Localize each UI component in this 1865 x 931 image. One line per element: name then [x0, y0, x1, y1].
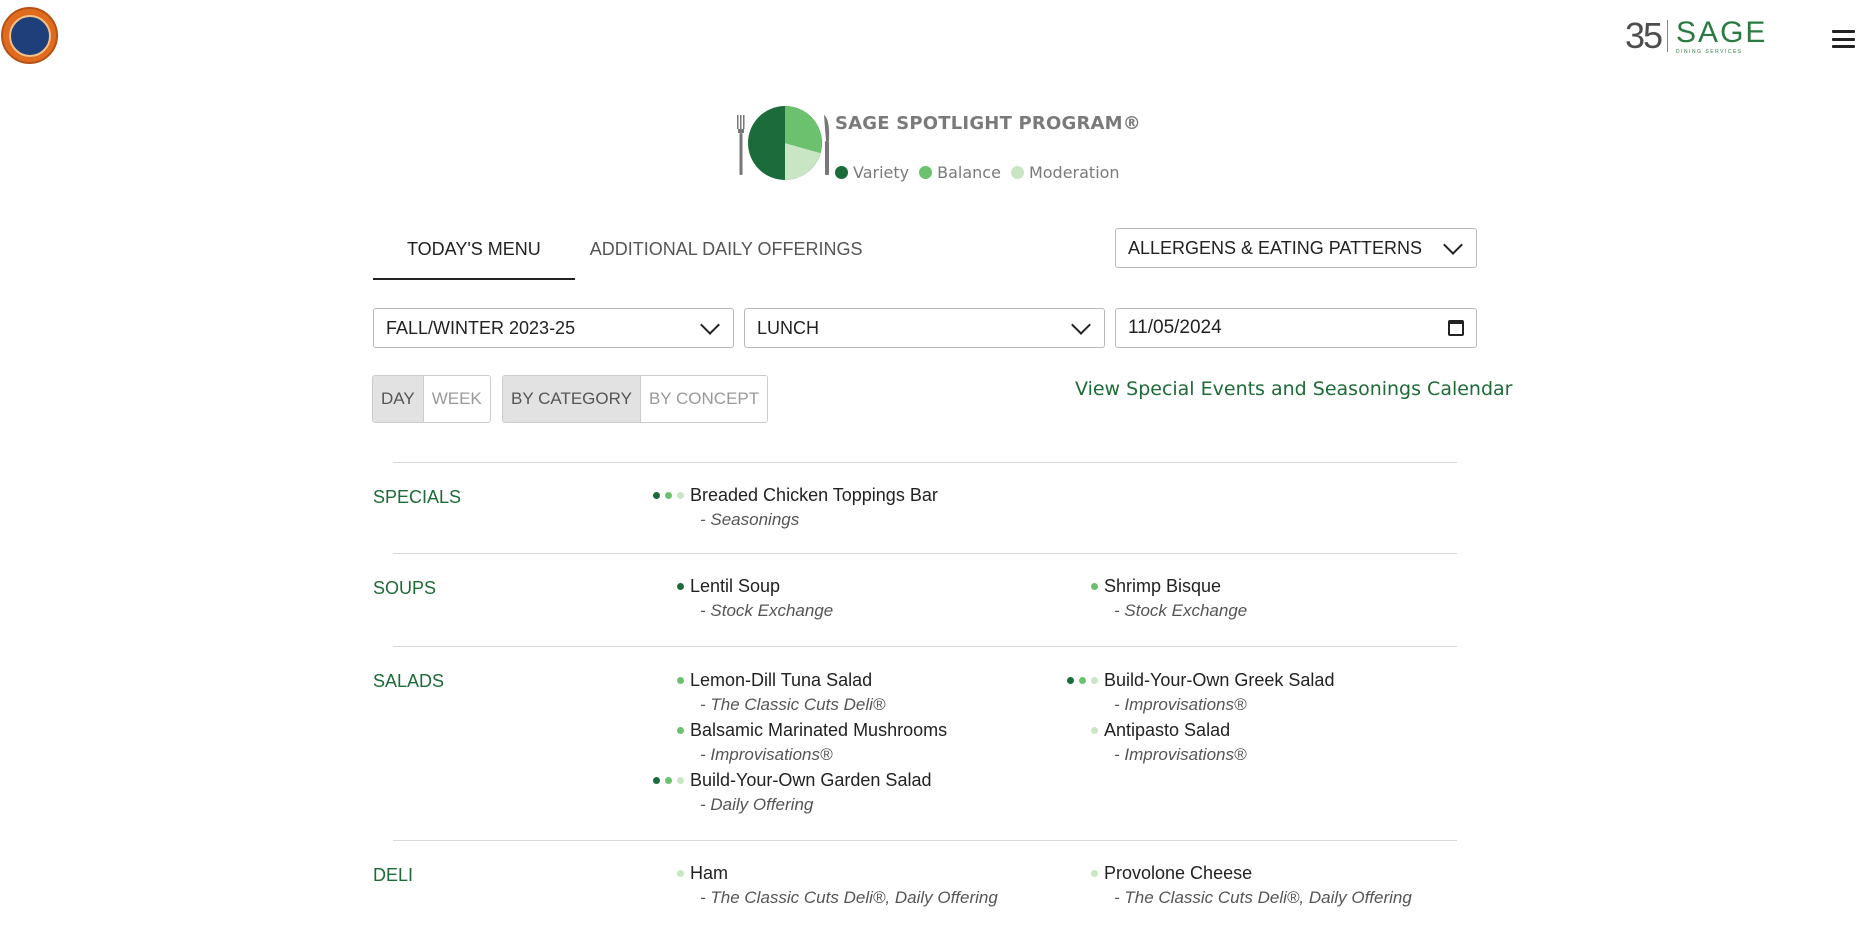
chevron-down-icon — [700, 314, 720, 335]
day-week-toggle: DAY WEEK — [372, 375, 491, 423]
balance-dot-icon — [919, 165, 933, 179]
menu-item-station: - The Classic Cuts Deli®, Daily Offering — [1114, 888, 1412, 907]
menu-item-station: - Daily Offering — [700, 795, 814, 814]
menu-section-specials: SPECIALS Breaded Chicken Toppings Bar - … — [373, 462, 1457, 553]
category-heading: SOUPS — [373, 578, 437, 598]
legend-label: Variety — [853, 162, 910, 182]
logo-word: SAGE — [1676, 15, 1768, 49]
spotlight-legend: Variety Balance Moderation — [835, 147, 1130, 197]
menu-item-station: - The Classic Cuts Deli® — [700, 695, 886, 714]
meal-select[interactable]: LUNCH — [744, 308, 1105, 348]
allergens-dropdown[interactable]: ALLERGENS & EATING PATTERNS — [1115, 228, 1477, 268]
category-concept-toggle: BY CATEGORY BY CONCEPT — [502, 375, 769, 423]
day-button[interactable]: DAY — [373, 376, 424, 422]
by-concept-button[interactable]: BY CONCEPT — [640, 376, 768, 422]
logo-divider — [1667, 20, 1669, 52]
menu-item-name[interactable]: Build-Your-Own Garden Salad — [690, 770, 931, 791]
variety-dot-icon — [835, 165, 848, 179]
fork-icon — [737, 115, 745, 175]
menu-item-name[interactable]: Breaded Chicken Toppings Bar — [690, 485, 938, 506]
calendar-icon[interactable] — [1448, 320, 1464, 336]
menu-item-name[interactable]: Lemon-Dill Tuna Salad — [690, 670, 872, 691]
spotlight-dots — [677, 727, 684, 734]
menu-item-station: - Improvisations® — [1114, 695, 1247, 714]
knife-icon — [824, 115, 830, 175]
legend-label: Moderation — [1028, 162, 1120, 182]
crest-inner — [8, 14, 51, 57]
school-crest-logo[interactable] — [1, 7, 58, 64]
hamburger-menu-icon[interactable] — [1832, 30, 1855, 48]
menu-item-name[interactable]: Lentil Soup — [690, 576, 780, 597]
week-button[interactable]: WEEK — [423, 376, 490, 422]
season-select[interactable]: FALL/WINTER 2023-25 — [373, 308, 734, 348]
category-heading: SPECIALS — [373, 487, 462, 507]
menu-item-station: - Seasonings — [700, 510, 800, 529]
season-value: FALL/WINTER 2023-25 — [386, 317, 576, 338]
menu-item-station: - Improvisations® — [1114, 745, 1247, 764]
menu-list: SPECIALS Breaded Chicken Toppings Bar - … — [373, 462, 1483, 931]
spotlight-dots — [653, 777, 684, 784]
special-events-calendar-link[interactable]: View Special Events and Seasonings Calen… — [1075, 378, 1513, 400]
by-category-button[interactable]: BY CATEGORY — [503, 376, 641, 422]
date-value: 11/05/2024 — [1128, 317, 1222, 338]
spotlight-dots — [1067, 677, 1098, 684]
spotlight-program-banner: SAGE SPOTLIGHT PROGRAM® Variety Balance … — [737, 103, 1141, 183]
menu-item-name[interactable]: Shrimp Bisque — [1104, 576, 1221, 597]
category-heading: DELI — [373, 865, 414, 885]
legend-moderation: Moderation — [1010, 147, 1120, 197]
date-picker[interactable]: 11/05/2024 — [1115, 308, 1477, 348]
spotlight-dots — [653, 492, 684, 499]
spotlight-dots — [677, 583, 684, 590]
spotlight-dots — [1091, 870, 1098, 877]
menu-section-soups: SOUPS Lentil Soup - Stock Exchange Shrim… — [373, 553, 1457, 646]
sage-35-logo[interactable]: 35 SAGE DINING SERVICES — [1625, 16, 1780, 56]
tab-todays-menu[interactable]: TODAY'S MENU — [373, 226, 575, 280]
spotlight-dots — [677, 677, 684, 684]
tab-additional-daily-offerings[interactable]: ADDITIONAL DAILY OFFERINGS — [575, 226, 897, 278]
logo-subtitle: DINING SERVICES — [1676, 48, 1743, 55]
menu-item-station: - Stock Exchange — [1114, 601, 1248, 620]
logo-years: 35 — [1625, 15, 1663, 56]
menu-item-station: - Improvisations® — [700, 745, 833, 764]
menu-item-name[interactable]: Build-Your-Own Greek Salad — [1104, 670, 1334, 691]
spotlight-pie-icon — [748, 106, 822, 180]
menu-tabs: TODAY'S MENU ADDITIONAL DAILY OFFERINGS — [373, 226, 897, 280]
spotlight-dots — [1091, 727, 1098, 734]
menu-item-name[interactable]: Provolone Cheese — [1104, 863, 1252, 884]
menu-item-name[interactable]: Ham — [690, 863, 728, 884]
moderation-dot-icon — [1010, 165, 1024, 179]
spotlight-title: SAGE SPOTLIGHT PROGRAM® — [835, 113, 1141, 134]
legend-variety: Variety — [835, 147, 909, 197]
legend-label: Balance — [937, 162, 1001, 182]
spotlight-dots — [1091, 583, 1098, 590]
allergens-dropdown-label: ALLERGENS & EATING PATTERNS — [1128, 237, 1423, 258]
menu-item-name[interactable]: Balsamic Marinated Mushrooms — [690, 720, 947, 741]
chevron-down-icon — [1443, 234, 1463, 255]
menu-item-station: - Stock Exchange — [700, 601, 834, 620]
chevron-down-icon — [1071, 314, 1091, 335]
category-heading: SALADS — [373, 671, 445, 691]
meal-value: LUNCH — [757, 317, 820, 338]
legend-balance: Balance — [919, 147, 1001, 197]
spotlight-dots — [677, 870, 684, 877]
menu-section-salads: SALADS Lemon-Dill Tuna Salad - The Class… — [373, 646, 1457, 840]
menu-item-station: - The Classic Cuts Deli®, Daily Offering — [700, 888, 998, 907]
menu-item-name[interactable]: Antipasto Salad — [1104, 720, 1230, 741]
menu-section-deli: DELI Ham - The Classic Cuts Deli®, Daily… — [373, 840, 1457, 931]
